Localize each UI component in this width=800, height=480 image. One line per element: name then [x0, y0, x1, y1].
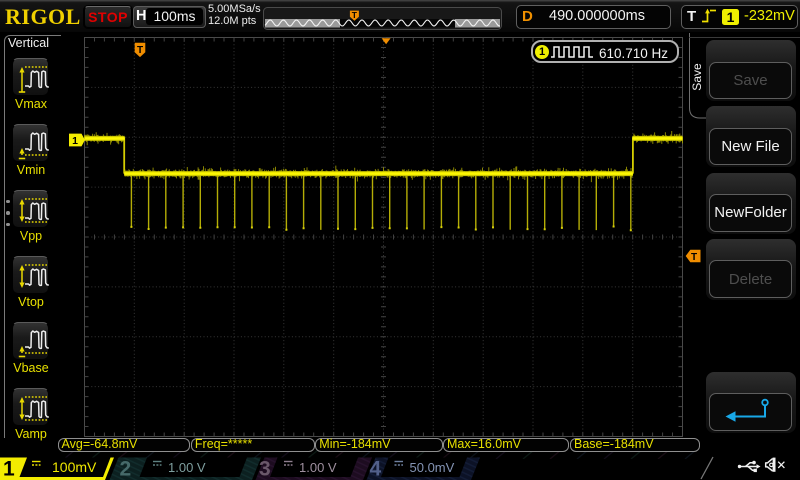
- svg-text:1.00 V: 1.00 V: [299, 460, 337, 475]
- svg-text:T: T: [137, 45, 143, 56]
- svg-text:T: T: [691, 252, 697, 263]
- svg-text:3: 3: [259, 458, 271, 480]
- svg-text:4: 4: [370, 458, 382, 480]
- svg-text:2: 2: [120, 458, 132, 480]
- svg-text:50.0mV: 50.0mV: [410, 460, 455, 475]
- svg-text:1: 1: [3, 458, 15, 480]
- svg-text:1.00 V: 1.00 V: [168, 460, 206, 475]
- svg-text:100mV: 100mV: [52, 459, 97, 475]
- svg-text:1: 1: [72, 135, 78, 147]
